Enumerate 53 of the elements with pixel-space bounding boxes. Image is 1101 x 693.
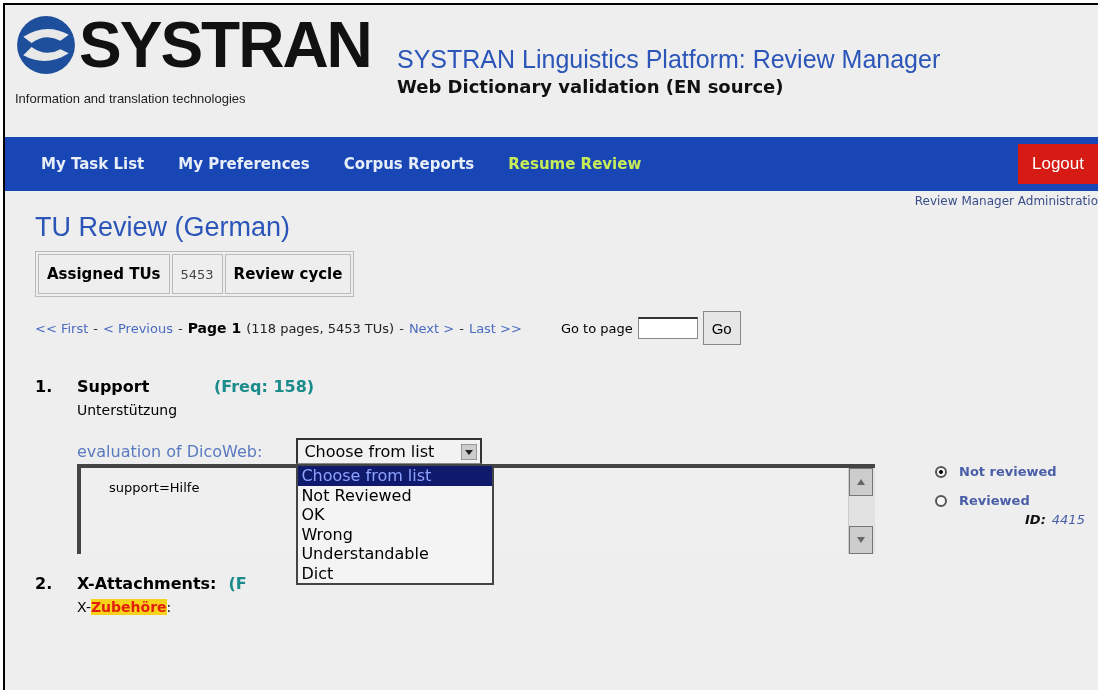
radio-button[interactable]	[935, 494, 947, 507]
go-button[interactable]: Go	[702, 311, 741, 345]
translation-text: Unterstützung	[77, 402, 179, 418]
nav-link[interactable]: Resume Review	[508, 155, 642, 173]
id-label: ID:	[1025, 512, 1046, 527]
dropdown-option[interactable]: Wrong	[298, 524, 493, 545]
entry-number: 2.	[35, 574, 54, 593]
dropdown-arrow-icon	[461, 443, 478, 460]
dropdown-option[interactable]: OK	[298, 505, 493, 525]
page-input-field[interactable]	[637, 317, 698, 339]
previous-link[interactable]: < Previous	[103, 320, 173, 336]
info-cell: 5453	[171, 254, 223, 294]
scroll-up-icon[interactable]	[849, 468, 873, 496]
goto-label: Go to page	[560, 320, 633, 336]
globe-logo-icon	[15, 14, 77, 76]
id-value: 4415	[1051, 512, 1085, 527]
evaluation-dropdown[interactable]: Choose from list	[296, 438, 483, 464]
admin-link[interactable]: Review Manager Administratio	[914, 194, 1098, 208]
evaluation-label: evaluation of DicoWeb:	[77, 441, 263, 461]
current-page: Page 1	[187, 320, 242, 336]
separator: -	[399, 320, 404, 336]
page-title: TU Review (German)	[35, 212, 292, 243]
info-cell: Assigned TUs	[38, 254, 170, 294]
separator: -	[93, 320, 98, 336]
logo-text: SYSTRAN	[79, 13, 371, 77]
app-subtitle: Web Dictionary validation (EN source)	[397, 76, 785, 97]
dropdown-option[interactable]: Dict	[298, 563, 493, 584]
frequency: (F	[228, 574, 247, 593]
scrollbar[interactable]	[848, 468, 875, 554]
entry-number: 1.	[35, 377, 54, 396]
page-summary: (118 pages, 5453 TUs)	[246, 320, 395, 336]
app-title: SYSTRAN Linguistics Platform: Review Manager	[397, 45, 941, 74]
nav-link[interactable]: My Task List	[41, 155, 145, 173]
radio-label[interactable]: Not reviewed	[959, 464, 1057, 479]
info-cell: Review cycle	[224, 254, 352, 294]
radio-label[interactable]: Reviewed	[959, 493, 1030, 508]
frequency: (Freq: 158)	[214, 377, 315, 396]
source-term: Support	[77, 377, 151, 396]
tagline: Information and translation technologies	[15, 91, 247, 106]
logout-button[interactable]: Logout	[1018, 144, 1098, 184]
scroll-down-icon[interactable]	[849, 526, 873, 554]
source-term: X-Attachments:	[77, 574, 217, 593]
nav-link[interactable]: Corpus Reports	[343, 155, 475, 173]
dropdown-option[interactable]: Choose from list	[298, 466, 493, 486]
dropdown-option[interactable]: Not Reviewed	[298, 485, 493, 506]
nav-link[interactable]: My Preferences	[178, 155, 310, 173]
radio-button[interactable]	[935, 465, 947, 478]
separator: -	[459, 320, 464, 336]
separator: -	[177, 320, 183, 336]
first-link[interactable]: << First	[35, 320, 89, 336]
dropdown-option[interactable]: Understandable	[298, 544, 493, 564]
last-link[interactable]: Last >>	[468, 320, 522, 336]
next-link[interactable]: Next >	[408, 320, 455, 336]
